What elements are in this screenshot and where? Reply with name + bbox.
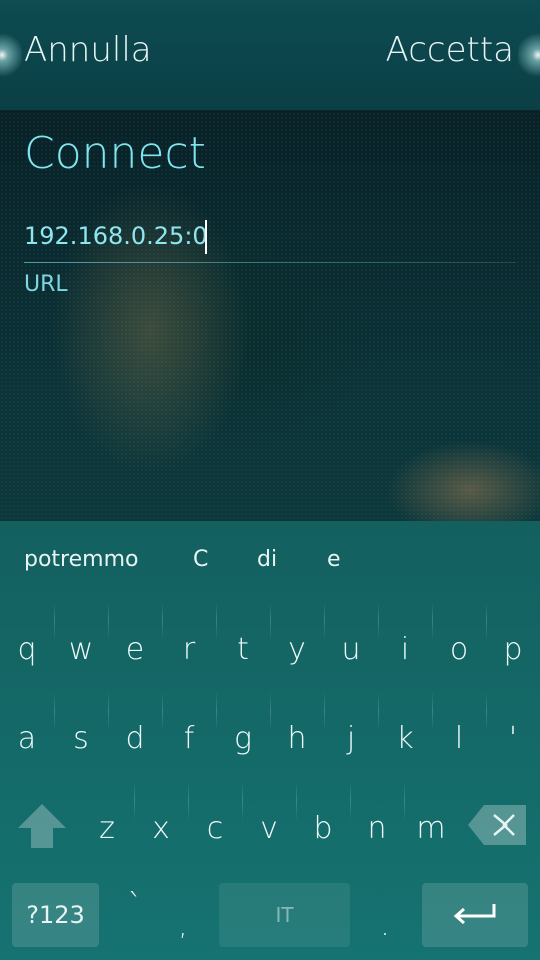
key-separator <box>134 781 135 821</box>
key-backtick[interactable]: ` <box>108 873 162 937</box>
dialog-header: Annulla Accetta <box>0 0 540 110</box>
key-apostrophe[interactable]: ' <box>486 694 540 782</box>
key-q[interactable]: q <box>0 605 54 693</box>
key-separator <box>324 601 325 641</box>
key-l[interactable]: l <box>432 694 486 782</box>
key-separator <box>432 601 433 641</box>
key-v[interactable]: v <box>242 784 296 872</box>
key-separator <box>350 781 351 821</box>
header-glow-left <box>0 30 22 80</box>
key-p[interactable]: p <box>486 605 540 693</box>
suggestion-item[interactable]: di <box>257 547 277 572</box>
key-separator <box>324 691 325 731</box>
key-separator <box>378 601 379 641</box>
suggestion-bar: potremmo C di e <box>0 521 540 601</box>
key-separator <box>108 601 109 641</box>
shift-key[interactable] <box>14 798 70 854</box>
text-caret <box>205 220 207 254</box>
url-field-underline <box>24 262 516 263</box>
key-separator <box>486 691 487 731</box>
key-m[interactable]: m <box>404 784 458 872</box>
enter-key[interactable] <box>422 883 528 947</box>
key-g[interactable]: g <box>216 694 270 782</box>
key-separator <box>54 601 55 641</box>
enter-arrow-icon <box>453 904 496 925</box>
key-u[interactable]: u <box>324 605 378 693</box>
key-j[interactable]: j <box>324 694 378 782</box>
key-n[interactable]: n <box>350 784 404 872</box>
key-f[interactable]: f <box>162 694 216 782</box>
key-separator <box>162 691 163 731</box>
accept-button[interactable]: Accetta <box>386 30 514 70</box>
key-separator <box>296 781 297 821</box>
key-separator <box>54 691 55 731</box>
key-separator <box>270 601 271 641</box>
key-separator <box>188 781 189 821</box>
key-y[interactable]: y <box>270 605 324 693</box>
key-z[interactable]: z <box>80 784 134 872</box>
url-input[interactable] <box>24 216 516 256</box>
key-separator <box>242 781 243 821</box>
key-x[interactable]: x <box>134 784 188 872</box>
shift-arrow-icon <box>18 804 66 848</box>
key-e[interactable]: e <box>108 605 162 693</box>
key-a[interactable]: a <box>0 694 54 782</box>
suggestion-item[interactable]: potremmo <box>24 547 138 572</box>
key-i[interactable]: i <box>378 605 432 693</box>
key-r[interactable]: r <box>162 605 216 693</box>
key-k[interactable]: k <box>378 694 432 782</box>
key-o[interactable]: o <box>432 605 486 693</box>
key-separator <box>404 781 405 821</box>
space-key[interactable]: IT <box>219 883 350 947</box>
virtual-keyboard: potremmo C di e q w e r t y u i o p a s … <box>0 521 540 960</box>
cancel-button[interactable]: Annulla <box>24 30 152 70</box>
page-title: Connect <box>24 128 206 179</box>
key-separator <box>216 601 217 641</box>
key-separator <box>486 601 487 641</box>
key-t[interactable]: t <box>216 605 270 693</box>
backspace-key[interactable] <box>466 803 528 847</box>
url-field[interactable] <box>24 216 516 264</box>
key-h[interactable]: h <box>270 694 324 782</box>
key-w[interactable]: w <box>54 605 108 693</box>
key-period[interactable]: . <box>358 893 412 957</box>
url-field-label: URL <box>24 272 68 297</box>
key-comma[interactable]: , <box>156 893 210 957</box>
key-separator <box>108 691 109 731</box>
key-separator <box>378 691 379 731</box>
key-d[interactable]: d <box>108 694 162 782</box>
suggestion-item[interactable]: C <box>193 547 208 572</box>
key-s[interactable]: s <box>54 694 108 782</box>
key-separator <box>216 691 217 731</box>
suggestion-item[interactable]: e <box>327 547 341 572</box>
symbols-key[interactable]: ?123 <box>12 883 99 947</box>
key-b[interactable]: b <box>296 784 350 872</box>
header-glow-right <box>518 30 540 80</box>
key-separator <box>162 601 163 641</box>
key-separator <box>270 691 271 731</box>
key-c[interactable]: c <box>188 784 242 872</box>
key-separator <box>432 691 433 731</box>
backspace-icon <box>468 805 526 845</box>
